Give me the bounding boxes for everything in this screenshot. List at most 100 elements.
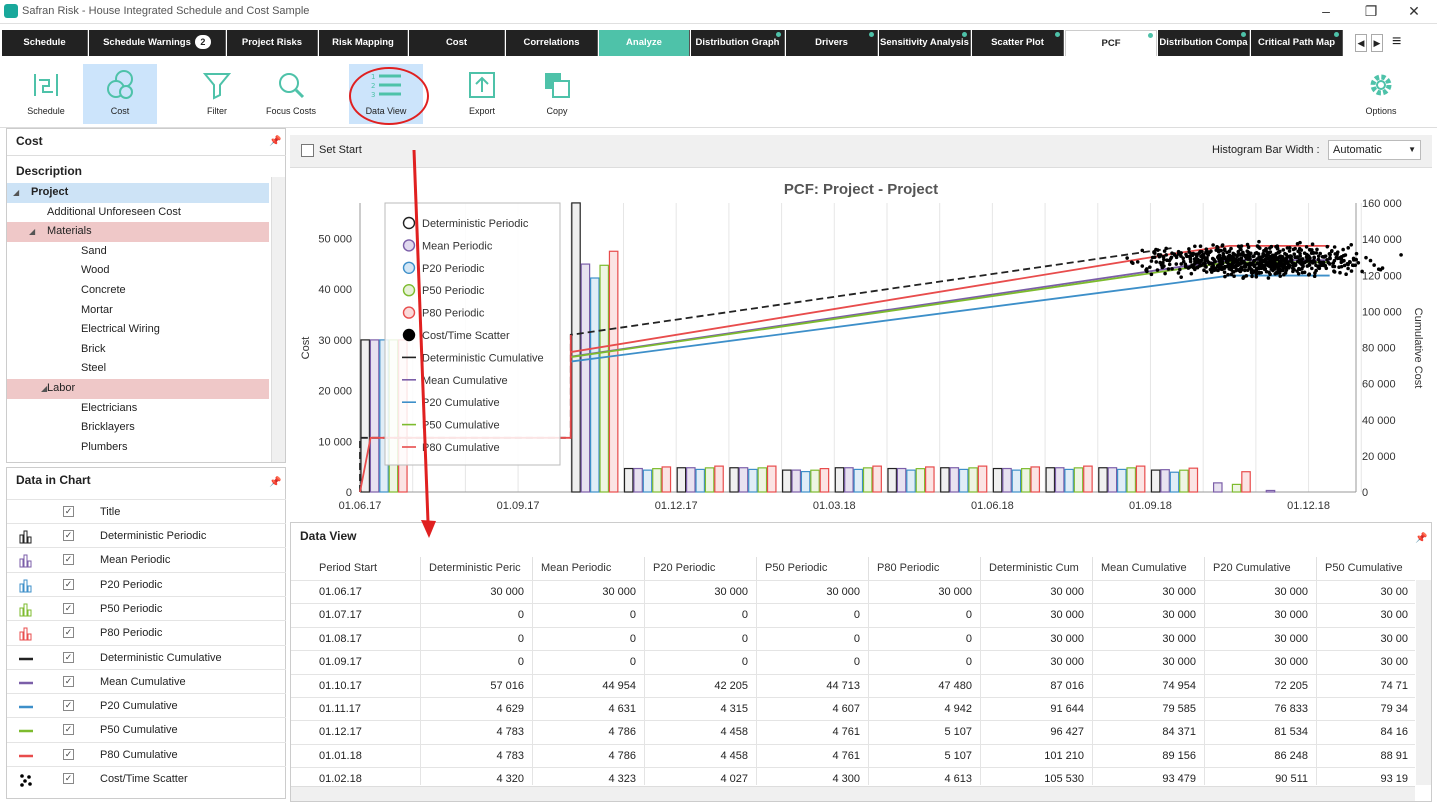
column-header[interactable]: P20 Periodic	[645, 557, 757, 580]
tab-schedule[interactable]: Schedule	[2, 30, 88, 56]
select-all-checkbox[interactable]: ✓	[63, 506, 74, 517]
periodic-bar	[1098, 467, 1108, 493]
tree-expand-icon[interactable]: ◢	[29, 227, 35, 236]
series-checkbox[interactable]: ✓	[63, 651, 74, 663]
tab-distribution-compare[interactable]: Distribution Compa	[1158, 30, 1250, 56]
tree-item[interactable]: Brick	[7, 340, 269, 360]
data-in-chart-item[interactable]: ✓ P80 Cumulative	[7, 741, 286, 766]
tree-expand-icon[interactable]: ◢	[13, 188, 19, 197]
minimize-icon[interactable]: –	[1303, 0, 1349, 24]
tab-correlations[interactable]: Correlations	[506, 30, 598, 56]
column-header[interactable]: Deterministic Cum	[981, 557, 1093, 580]
column-header[interactable]: P80 Periodic	[869, 557, 981, 580]
scatter-point	[1236, 262, 1241, 266]
series-checkbox[interactable]: ✓	[63, 530, 74, 541]
chart-title: PCF: Project - Project	[784, 181, 938, 198]
table-cell: 4 631	[533, 697, 645, 721]
tree-item[interactable]: ◢ Project	[7, 183, 269, 203]
tree-item[interactable]: Wood	[7, 261, 269, 281]
tree-item[interactable]: Additional Unforeseen Cost	[7, 203, 269, 223]
data-in-chart-item[interactable]: ✓ P50 Cumulative	[7, 717, 286, 741]
data-in-chart-item[interactable]: ✓ Deterministic Cumulative	[7, 644, 286, 669]
pin-icon[interactable]: 📌	[269, 136, 281, 147]
options-button[interactable]: Options	[1359, 64, 1403, 124]
tree-item[interactable]: Mortar	[7, 301, 269, 321]
tab-scroll-right-icon[interactable]: ▶	[1371, 34, 1383, 52]
tab-schedule-warnings[interactable]: Schedule Warnings 2	[89, 30, 226, 56]
column-header[interactable]: Mean Periodic	[533, 557, 645, 580]
column-header[interactable]: P50 Cumulative	[1317, 557, 1415, 580]
set-start-checkbox[interactable]	[301, 144, 314, 157]
tab-sensitivity-analysis[interactable]: Sensitivity Analysis	[879, 30, 971, 56]
maximize-icon[interactable]: ❐	[1348, 0, 1394, 24]
column-header[interactable]: Mean Cumulative	[1093, 557, 1205, 580]
export-button[interactable]: Export	[460, 64, 504, 124]
tab-scroll-left-icon[interactable]: ◀	[1355, 34, 1367, 52]
data-view-vscroll[interactable]	[1416, 580, 1431, 785]
tree-item[interactable]: Electrical Wiring	[7, 320, 269, 340]
column-header[interactable]: P20 Cumulative	[1205, 557, 1317, 580]
data-in-chart-item[interactable]: ✓ P80 Periodic	[7, 620, 286, 644]
tree-item[interactable]: Electricians	[7, 399, 269, 419]
column-header[interactable]: Period Start	[291, 557, 421, 580]
scatter-point	[1179, 262, 1184, 266]
menu-icon[interactable]: ≡	[1392, 33, 1401, 51]
bar-width-select[interactable]: Automatic ▼	[1328, 140, 1421, 160]
data-view-hscroll[interactable]	[291, 786, 1415, 801]
tree-item[interactable]: ◢ Materials	[7, 222, 269, 242]
tree-item[interactable]: Sand	[7, 242, 269, 262]
series-checkbox[interactable]: ✓	[63, 700, 74, 712]
tab-pcf[interactable]: PCF	[1065, 30, 1157, 56]
close-icon[interactable]: ✕	[1391, 0, 1437, 24]
data-in-chart-item[interactable]: ✓ P20 Cumulative	[7, 693, 286, 717]
tab-project-risks[interactable]: Project Risks	[227, 30, 318, 56]
tree-item[interactable]: Concrete	[7, 281, 269, 301]
series-checkbox[interactable]: ✓	[63, 578, 74, 590]
series-checkbox[interactable]: ✓	[63, 602, 74, 614]
copy-button[interactable]: Copy	[535, 64, 579, 124]
data-in-chart-item[interactable]: ✓ P50 Periodic	[7, 595, 286, 620]
series-checkbox[interactable]: ✓	[63, 748, 74, 760]
schedule-button[interactable]: Schedule	[22, 64, 70, 124]
scatter-point	[1222, 248, 1227, 253]
series-checkbox[interactable]: ✓	[63, 554, 74, 566]
series-checkbox[interactable]: ✓	[63, 675, 74, 687]
scatter-point	[1230, 258, 1235, 263]
tree-scrollbar[interactable]	[271, 177, 285, 462]
table-cell: 30 00	[1317, 626, 1415, 650]
focus-costs-button[interactable]: Focus Costs	[262, 64, 320, 124]
table-cell: 0	[533, 626, 645, 651]
tab-scatter-plot[interactable]: Scatter Plot	[972, 30, 1064, 56]
tab-risk-mapping[interactable]: Risk Mapping	[319, 30, 408, 56]
pin-icon[interactable]: 📌	[1415, 533, 1427, 544]
scatter-point	[1264, 247, 1268, 251]
data-in-chart-item[interactable]: ✓ Mean Periodic	[7, 547, 286, 571]
series-checkbox[interactable]: ✓	[63, 627, 74, 639]
filter-button[interactable]: Filter	[195, 64, 239, 124]
table-cell: 0	[645, 650, 757, 674]
tree-item[interactable]: ◢ Labor	[7, 379, 269, 399]
tab-drivers[interactable]: Drivers	[786, 30, 878, 56]
tab-cost[interactable]: Cost	[409, 30, 505, 56]
column-header[interactable]: Deterministic Peric	[421, 557, 533, 580]
scatter-point	[1399, 253, 1403, 257]
scatter-point	[1144, 268, 1148, 272]
data-in-chart-item[interactable]: ✓ Cost/Time Scatter	[7, 766, 286, 790]
scatter-point	[1196, 257, 1200, 262]
tree-item[interactable]: Plumbers	[7, 438, 269, 458]
series-checkbox[interactable]: ✓	[63, 773, 74, 784]
tab-critical-path-map[interactable]: Critical Path Map	[1251, 30, 1343, 56]
data-in-chart-item[interactable]: ✓ Mean Cumulative	[7, 668, 286, 693]
cost-button[interactable]: Cost	[83, 64, 157, 124]
tree-item[interactable]: Bricklayers	[7, 418, 269, 438]
column-header[interactable]: P50 Periodic	[757, 557, 869, 580]
tab-analyze[interactable]: Analyze	[599, 30, 690, 56]
data-in-chart-item[interactable]: ✓ P20 Periodic	[7, 571, 286, 596]
tab-distribution-graph[interactable]: Distribution Graph	[691, 30, 785, 56]
x-tick-label: 01.09.17	[497, 500, 540, 512]
series-checkbox[interactable]: ✓	[63, 724, 74, 736]
data-in-chart-item[interactable]: ✓ Deterministic Periodic	[7, 523, 286, 547]
scatter-point	[1300, 266, 1304, 271]
tree-item[interactable]: Steel	[7, 359, 269, 379]
pin-icon[interactable]: 📌	[269, 477, 281, 488]
